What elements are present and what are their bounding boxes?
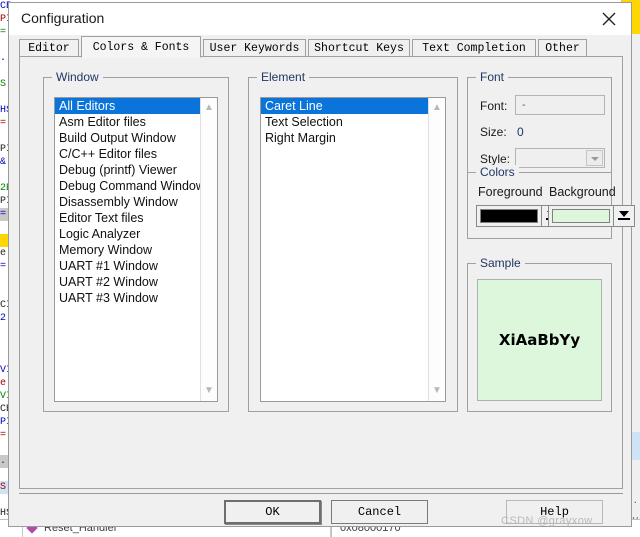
dialog-title: Configuration <box>21 10 105 26</box>
list-item[interactable]: Logic Analyzer <box>55 226 200 242</box>
list-item[interactable]: Disassembly Window <box>55 194 200 210</box>
font-field-label: Font: <box>480 99 508 113</box>
tab-content-panel: Window All Editors Asm Editor files Build … <box>19 57 635 489</box>
list-item[interactable]: Debug (printf) Viewer <box>55 162 200 178</box>
color-dropdown-icon[interactable] <box>613 206 634 226</box>
list-item[interactable]: UART #1 Window <box>55 258 200 274</box>
tab-colors-fonts[interactable]: Colors & Fonts <box>81 36 201 58</box>
style-field-label: Style: <box>480 152 511 166</box>
tab-user-keywords[interactable]: User Keywords <box>203 39 306 57</box>
foreground-color-swatch[interactable] <box>480 209 538 223</box>
sample-group-label: Sample <box>476 256 525 270</box>
sample-preview: XiAaBbYy <box>477 279 602 401</box>
font-group-label: Font <box>476 70 509 84</box>
background-color-swatch[interactable] <box>552 209 610 223</box>
list-item[interactable]: UART #3 Window <box>55 290 200 306</box>
chevron-up-icon[interactable]: ▲ <box>201 100 217 116</box>
close-icon <box>602 12 616 26</box>
element-listbox-scrollbar[interactable]: ▲ ▼ <box>428 98 445 401</box>
tab-shortcut-keys[interactable]: Shortcut Keys <box>308 39 410 57</box>
sample-text: XiAaBbYy <box>498 331 581 349</box>
list-item[interactable]: UART #2 Window <box>55 274 200 290</box>
tab-strip: Editor Colors & Fonts User Keywords Shortcu… <box>19 36 623 58</box>
chevron-down-icon <box>591 157 599 161</box>
window-group-label: Window <box>52 70 103 84</box>
ok-button[interactable]: OK <box>224 500 321 524</box>
tab-editor[interactable]: Editor <box>19 39 79 57</box>
window-listbox-scrollbar[interactable]: ▲ ▼ <box>200 98 217 401</box>
list-item[interactable]: Right Margin <box>261 130 428 146</box>
background-right-glyph-1: · <box>632 498 638 508</box>
list-item[interactable]: Editor Text files <box>55 210 200 226</box>
list-item[interactable]: All Editors <box>55 98 200 114</box>
cancel-button[interactable]: Cancel <box>331 500 428 524</box>
list-item[interactable]: Debug Command Window <box>55 178 200 194</box>
colors-group-label: Colors <box>476 165 519 179</box>
footer-separator <box>19 493 623 494</box>
foreground-label: Foreground <box>478 185 543 199</box>
watermark: CSDN @grayxow <box>501 515 593 527</box>
list-item[interactable]: Text Selection <box>261 114 428 130</box>
chevron-down-icon[interactable]: ▼ <box>201 383 217 399</box>
element-listbox[interactable]: Caret Line Text Selection Right Margin ▲ ▼ <box>260 97 446 402</box>
style-combobox[interactable] <box>515 148 605 168</box>
chevron-up-icon[interactable]: ▲ <box>429 100 445 116</box>
configuration-dialog: Configuration Editor Colors & Fonts User K… <box>8 2 635 527</box>
close-button[interactable] <box>587 3 631 33</box>
chevron-down-icon[interactable]: ▼ <box>429 383 445 399</box>
list-item[interactable]: Caret Line <box>261 98 428 114</box>
dialog-titlebar: Configuration <box>9 3 631 35</box>
size-field-label: Size: <box>480 125 507 139</box>
tab-other[interactable]: Other <box>538 39 587 57</box>
style-combobox-button[interactable] <box>586 150 603 166</box>
element-list-items[interactable]: Caret Line Text Selection Right Margin <box>261 98 428 401</box>
size-value: 0 <box>517 125 524 139</box>
list-item[interactable]: Memory Window <box>55 242 200 258</box>
window-listbox[interactable]: All Editors Asm Editor files Build Output … <box>54 97 218 402</box>
list-item[interactable]: Asm Editor files <box>55 114 200 130</box>
background-color-picker[interactable] <box>548 205 635 227</box>
element-group-label: Element <box>257 70 310 84</box>
list-item[interactable]: C/C++ Editor files <box>55 146 200 162</box>
list-item[interactable]: Build Output Window <box>55 130 200 146</box>
background-label: Background <box>549 185 616 199</box>
font-name-field[interactable]: - <box>515 95 605 115</box>
tab-text-completion[interactable]: Text Completion <box>412 39 536 57</box>
window-list-items[interactable]: All Editors Asm Editor files Build Output … <box>55 98 200 401</box>
